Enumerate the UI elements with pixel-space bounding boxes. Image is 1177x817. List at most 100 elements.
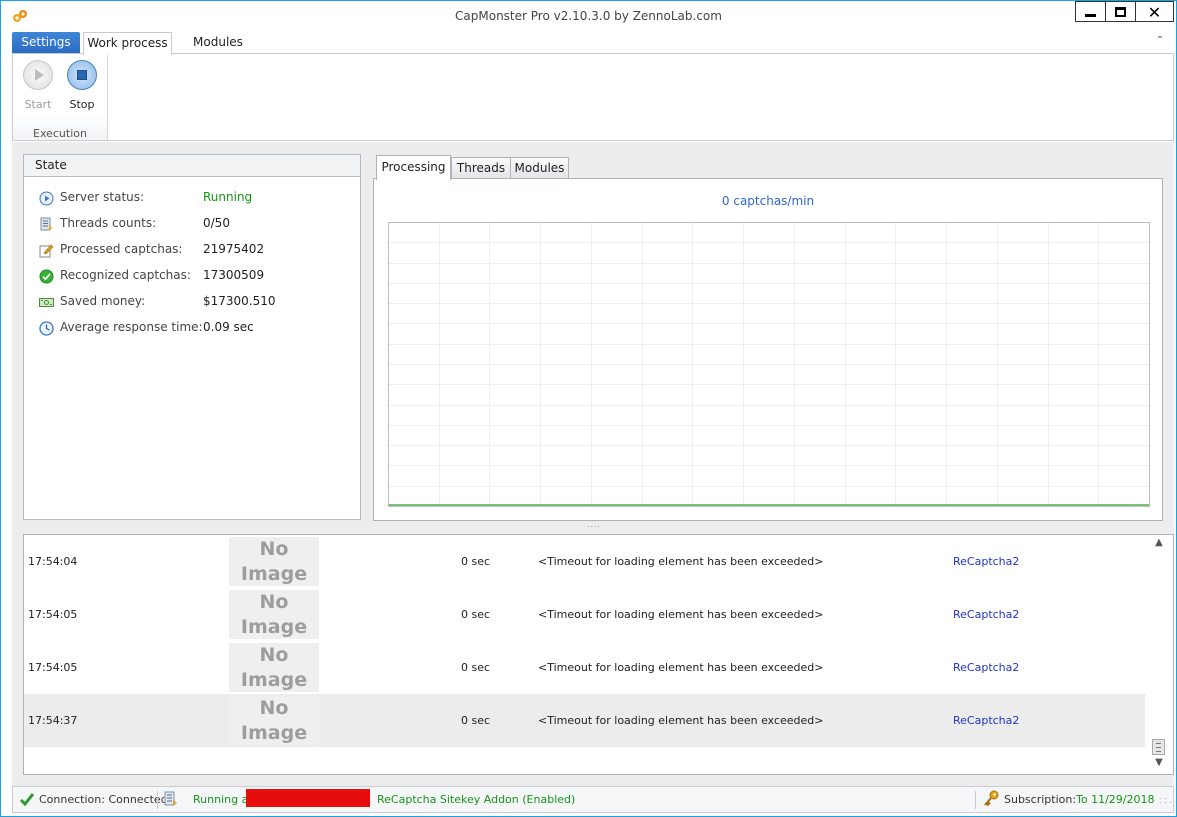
log-row[interactable]: 17:54:05 No Image 0 sec <Timeout for load… [24, 641, 1145, 694]
key-icon [984, 790, 999, 807]
average-response-value: 0.09 sec [203, 320, 254, 334]
log-duration: 0 sec [461, 555, 491, 568]
subscription-expiry: To 11/29/2018 [1076, 793, 1155, 806]
saved-money-row: Saved money: $17300.510 [39, 293, 359, 313]
subscription-label: Subscription: [1004, 793, 1077, 806]
tab-processing[interactable]: Processing [376, 155, 451, 180]
running-threads-icon [164, 791, 177, 806]
log-module: ReCaptcha2 [953, 661, 1020, 674]
addon-status: ReCaptcha Sitekey Addon (Enabled) [377, 793, 576, 806]
log-module: ReCaptcha2 [953, 555, 1020, 568]
resize-grip-icon[interactable]: . .. . . [1159, 793, 1172, 805]
connected-check-icon [19, 793, 35, 807]
log-module: ReCaptcha2 [953, 608, 1020, 621]
execution-group-label: Execution [33, 127, 87, 140]
captcha-log-list: 17:54:04 No Image 0 sec <Timeout for load… [23, 534, 1174, 775]
captcha-image-placeholder: No Image [229, 696, 319, 745]
log-module: ReCaptcha2 [953, 714, 1020, 727]
threads-icon [40, 217, 52, 231]
processing-chart [388, 222, 1150, 507]
log-row[interactable]: 17:54:04 No Image 0 sec <Timeout for load… [24, 535, 1145, 588]
scroll-thumb[interactable] [1152, 739, 1165, 755]
log-duration: 0 sec [461, 608, 491, 621]
log-message: <Timeout for loading element has been ex… [538, 714, 824, 727]
state-panel-header: State [24, 155, 360, 177]
status-bar: Connection: Connected Running at ReCaptc… [12, 786, 1174, 813]
stop-label: Stop [69, 98, 95, 111]
processed-captchas-row: Processed captchas: 21975402 [39, 241, 359, 261]
threads-count-label: Threads counts: [60, 216, 157, 230]
tab-settings[interactable]: Settings [12, 32, 80, 54]
close-icon: ✕ [1147, 3, 1162, 22]
captcha-image-placeholder: No Image [229, 643, 319, 692]
start-button[interactable]: Start [18, 58, 58, 112]
panel-splitter[interactable]: .... [584, 520, 604, 529]
log-time: 17:54:37 [28, 714, 78, 727]
recognized-captchas-row: Recognized captchas: 17300509 [39, 267, 359, 287]
no-image-text: Image [240, 563, 308, 585]
log-row-selected[interactable]: 17:54:37 No Image 0 sec <Timeout for load… [24, 694, 1145, 747]
processed-captchas-value: 21975402 [203, 242, 265, 256]
edit-pencil-icon [39, 244, 54, 258]
log-duration: 0 sec [461, 714, 491, 727]
work-process-content: State Server status: Running Threads cou… [12, 142, 1174, 786]
ribbon-tab-bar: Settings Work process Modules base ⌃ [1, 31, 1176, 70]
server-status-value: Running [203, 190, 253, 204]
clock-icon [39, 321, 54, 336]
no-image-text: No [259, 591, 289, 613]
log-time: 17:54:04 [28, 555, 78, 568]
scroll-up-icon[interactable]: ▲ [1152, 537, 1166, 548]
check-circle-icon [39, 269, 54, 284]
maximize-icon [1115, 7, 1126, 17]
ribbon-collapse-icon[interactable]: ⌃ [1153, 35, 1167, 49]
stop-icon [67, 60, 97, 90]
close-button[interactable]: ✕ [1135, 1, 1174, 22]
threads-count-value: 0/50 [203, 216, 230, 230]
average-response-label: Average response time: [60, 320, 203, 334]
app-window: CapMonster Pro v2.10.3.0 by ZennoLab.com… [0, 0, 1177, 817]
log-message: <Timeout for loading element has been ex… [538, 608, 824, 621]
no-image-text: No [259, 697, 289, 719]
threads-count-row: Threads counts: 0/50 [39, 215, 359, 235]
execution-group: Start Stop Execution [13, 54, 108, 140]
log-scrollbar[interactable]: ▲ ▼ [1145, 535, 1173, 774]
running-at-text: Running at [193, 793, 253, 806]
stop-button[interactable]: Stop [62, 58, 102, 112]
no-image-text: No [259, 538, 289, 560]
processed-captchas-label: Processed captchas: [60, 242, 183, 256]
scroll-down-icon[interactable]: ▼ [1152, 757, 1166, 768]
no-image-text: Image [240, 669, 308, 691]
tab-threads[interactable]: Threads [451, 157, 511, 179]
no-image-text: Image [240, 722, 308, 744]
tab-modules-base[interactable]: Modules base [179, 32, 257, 70]
average-response-row: Average response time: 0.09 sec [39, 319, 359, 339]
captchas-rate: 0 captchas/min [721, 194, 815, 208]
minimize-button[interactable] [1075, 1, 1106, 22]
recognized-captchas-label: Recognized captchas: [60, 268, 191, 282]
state-panel: State Server status: Running Threads cou… [23, 154, 361, 520]
log-time: 17:54:05 [28, 661, 78, 674]
server-status-label: Server status: [60, 190, 145, 204]
ribbon-panel: Start Stop Execution [12, 53, 1174, 141]
no-image-text: No [259, 644, 289, 666]
recognized-captchas-value: 17300509 [203, 268, 265, 282]
captcha-image-placeholder: No Image [229, 590, 319, 639]
tab-modules[interactable]: Modules [510, 157, 569, 179]
no-image-text: Image [240, 616, 308, 638]
play-icon [23, 60, 53, 90]
log-duration: 0 sec [461, 661, 491, 674]
status-separator [157, 791, 158, 809]
server-status-row: Server status: Running [39, 189, 359, 209]
saved-money-value: $17300.510 [203, 294, 276, 308]
log-row[interactable]: 17:54:05 No Image 0 sec <Timeout for load… [24, 588, 1145, 641]
tab-work-process[interactable]: Work process [83, 32, 172, 55]
saved-money-label: Saved money: [60, 294, 146, 308]
minimize-icon [1085, 14, 1096, 17]
processing-panel: 0 captchas/min [373, 178, 1163, 521]
status-separator [975, 791, 976, 809]
play-circle-icon [39, 191, 54, 206]
captcha-image-placeholder: No Image [229, 537, 319, 586]
maximize-button[interactable] [1105, 1, 1136, 22]
log-message: <Timeout for loading element has been ex… [538, 661, 824, 674]
start-label: Start [24, 98, 52, 111]
